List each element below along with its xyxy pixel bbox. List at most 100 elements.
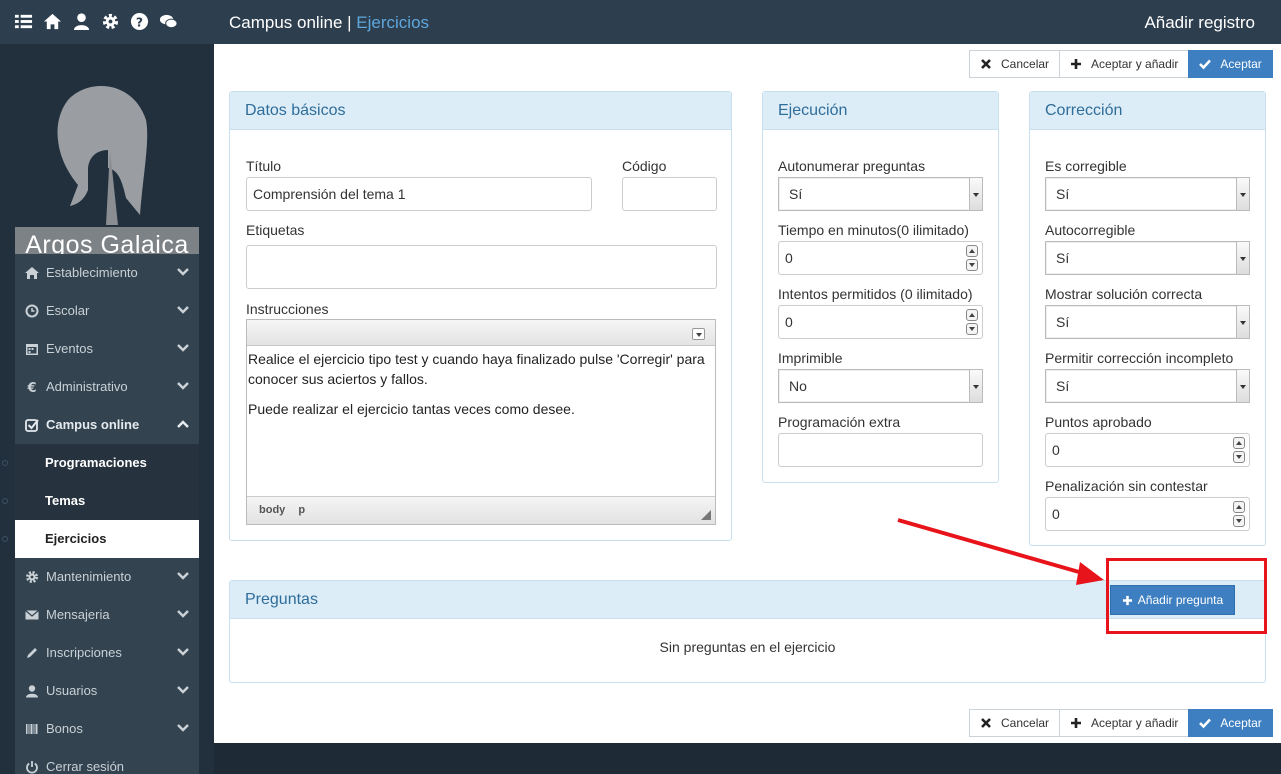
sidebar-subitem-label: Programaciones <box>45 455 147 470</box>
sidebar-item-cerrar-sesion[interactable]: Cerrar sesión <box>15 748 199 774</box>
resize-grip-icon[interactable] <box>701 510 711 520</box>
printable-select[interactable]: No <box>778 369 983 403</box>
title-section-link[interactable]: Ejercicios <box>356 13 429 32</box>
editor-path-body[interactable]: body <box>259 504 285 516</box>
time-label: Tiempo en minutos(0 ilimitado) <box>778 222 969 238</box>
chevron-down-icon <box>177 572 189 580</box>
sidebar-item-mensajeria[interactable]: Mensajeria <box>15 596 199 634</box>
sidebar-item-label: Bonos <box>46 721 83 736</box>
select-value: Sí <box>789 186 803 202</box>
sidebar-item-eventos[interactable]: Eventos <box>15 330 199 368</box>
title-separator: | <box>347 13 352 32</box>
tags-input[interactable] <box>246 245 717 289</box>
extra-programming-label: Programación extra <box>778 414 901 430</box>
instructions-label: Instrucciones <box>246 301 329 317</box>
allow-incomplete-label: Permitir corrección incompleto <box>1045 350 1234 366</box>
sidebar-menu: Establecimiento Escolar Eventos € Admini… <box>2 254 199 774</box>
autonumber-select[interactable]: Sí <box>778 177 983 211</box>
number-spinner[interactable] <box>1233 437 1245 463</box>
editor-content[interactable]: Realice el ejercicio tipo test y cuando … <box>247 346 715 496</box>
list-icon[interactable] <box>14 12 33 31</box>
chevron-down-icon <box>177 382 189 390</box>
help-icon[interactable]: ? <box>130 12 149 31</box>
sidebar-subitem-temas[interactable]: Temas <box>2 482 199 520</box>
power-icon <box>26 761 38 774</box>
input-value: 0 <box>785 250 793 266</box>
clock-icon <box>25 304 39 318</box>
sidebar-item-usuarios[interactable]: Usuarios <box>15 672 199 710</box>
autocorrect-select[interactable]: Sí <box>1045 241 1250 275</box>
envelope-icon <box>25 610 39 620</box>
sidebar-item-campus-online[interactable]: Campus online <box>15 406 199 444</box>
autonumber-label: Autonumerar preguntas <box>778 158 926 174</box>
sidebar-item-administrativo[interactable]: € Administrativo <box>15 368 199 406</box>
allow-incomplete-select[interactable]: Sí <box>1045 369 1250 403</box>
autocorrect-label: Autocorregible <box>1045 222 1136 238</box>
extra-programming-input[interactable] <box>778 433 983 467</box>
title-label: Título <box>246 158 282 174</box>
spin-up-icon[interactable] <box>1233 501 1245 513</box>
calendar-icon <box>26 344 38 355</box>
pass-points-label: Puntos aprobado <box>1045 414 1152 430</box>
submenu-dot-icon <box>2 460 8 466</box>
execution-panel: Ejecución Autonumerar preguntas Sí Tiemp… <box>762 91 999 483</box>
user-icon[interactable] <box>72 12 91 31</box>
spin-down-icon[interactable] <box>1233 451 1245 463</box>
chat-icon[interactable] <box>159 12 178 31</box>
page-action-title: Añadir registro <box>1144 13 1255 32</box>
spin-down-icon[interactable] <box>966 323 978 335</box>
spin-down-icon[interactable] <box>966 259 978 271</box>
spin-up-icon[interactable] <box>966 309 978 321</box>
select-arrow-icon <box>1236 306 1249 338</box>
sidebar-subitem-ejercicios[interactable]: Ejercicios <box>2 520 199 558</box>
instructions-paragraph: Realice el ejercicio tipo test y cuando … <box>248 351 705 387</box>
show-solution-select[interactable]: Sí <box>1045 305 1250 339</box>
sidebar-item-label: Cerrar sesión <box>46 759 125 774</box>
panel-title: Corrección <box>1030 92 1265 130</box>
accept-button[interactable]: Aceptar <box>1188 709 1273 737</box>
accept-and-add-button-label: Aceptar y añadir <box>1091 57 1179 71</box>
gear-icon[interactable] <box>101 12 120 31</box>
sidebar-item-mantenimiento[interactable]: Mantenimiento <box>15 558 199 596</box>
sidebar-item-label: Inscripciones <box>46 645 122 660</box>
number-spinner[interactable] <box>966 309 978 335</box>
empty-questions-message: Sin preguntas en el ejercicio <box>659 639 836 655</box>
sidebar-item-inscripciones[interactable]: Inscripciones <box>15 634 199 672</box>
time-input[interactable]: 0 <box>778 241 983 275</box>
spin-down-icon[interactable] <box>1233 515 1245 527</box>
correctable-select[interactable]: Sí <box>1045 177 1250 211</box>
panel-title: Datos básicos <box>230 92 731 130</box>
spin-up-icon[interactable] <box>1233 437 1245 449</box>
editor-path-p[interactable]: p <box>298 504 305 516</box>
sidebar-subitem-label: Ejercicios <box>45 531 107 546</box>
code-input[interactable] <box>622 177 717 211</box>
attempts-input[interactable]: 0 <box>778 305 983 339</box>
select-arrow-icon <box>969 370 982 402</box>
sidebar-item-escolar[interactable]: Escolar <box>15 292 199 330</box>
editor-dropdown-button[interactable] <box>692 328 705 340</box>
cancel-button[interactable]: Cancelar <box>969 709 1061 737</box>
accept-button-label: Aceptar <box>1220 57 1262 71</box>
title-input[interactable]: Comprensión del tema 1 <box>246 177 592 211</box>
instructions-paragraph: Puede realizar el ejercicio tantas veces… <box>248 401 575 417</box>
home-icon[interactable] <box>43 12 62 31</box>
plus-icon <box>1071 718 1082 728</box>
pass-points-input[interactable]: 0 <box>1045 433 1250 467</box>
sidebar-item-establecimiento[interactable]: Establecimiento <box>15 254 199 292</box>
accept-and-add-button[interactable]: Aceptar y añadir <box>1059 709 1190 737</box>
spin-up-icon[interactable] <box>966 245 978 257</box>
penalty-label: Penalización sin contestar <box>1045 478 1208 494</box>
accept-and-add-button[interactable]: Aceptar y añadir <box>1059 50 1190 78</box>
sidebar-item-bonos[interactable]: Bonos <box>15 710 199 748</box>
instructions-editor[interactable]: Realice el ejercicio tipo test y cuando … <box>246 319 716 525</box>
bottom-action-buttons: Cancelar Aceptar y añadir Aceptar <box>969 709 1273 737</box>
accept-button[interactable]: Aceptar <box>1188 50 1273 78</box>
number-spinner[interactable] <box>1233 501 1245 527</box>
title-app: Campus online <box>229 13 343 32</box>
select-arrow-icon <box>969 178 982 210</box>
check-icon <box>1199 718 1212 729</box>
cancel-button[interactable]: Cancelar <box>969 50 1061 78</box>
select-value: Sí <box>1056 250 1070 266</box>
number-spinner[interactable] <box>966 245 978 271</box>
sidebar-subitem-programaciones[interactable]: Programaciones <box>2 444 199 482</box>
